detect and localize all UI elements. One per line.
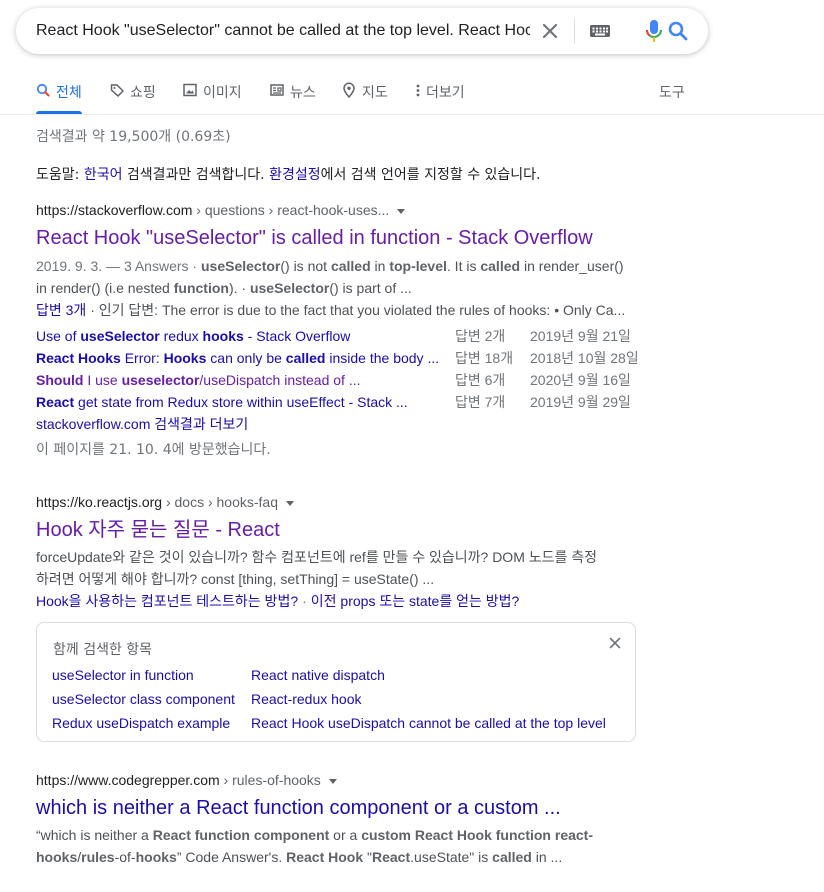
sub-result-link[interactable]: React get state from Redux store within … <box>36 391 446 413</box>
related-link[interactable]: useSelector in function <box>52 667 194 683</box>
tab-news[interactable]: 뉴스 <box>270 76 316 114</box>
search-box[interactable]: React Hook "useSelector" cannot be calle… <box>16 8 708 54</box>
tab-label: 더보기 <box>426 85 465 101</box>
settings-link[interactable]: 환경설정 <box>269 167 321 183</box>
tab-label: 뉴스 <box>290 85 316 101</box>
sub-result-link[interactable]: React Hooks Error: Hooks can only be cal… <box>36 347 446 369</box>
sub-result-date: 2019년 9월 21일 <box>530 328 631 344</box>
image-icon <box>183 82 197 98</box>
chevron-down-icon[interactable] <box>397 208 406 214</box>
search-result: https://ko.reactjs.org › docs › hooks-fa… <box>36 492 646 612</box>
visited-note: 이 페이지를 21. 10. 4에 방문했습니다. <box>36 442 271 458</box>
news-icon <box>270 82 284 98</box>
result-title-link[interactable]: React Hook "useSelector" is called in fu… <box>36 225 646 251</box>
tab-all[interactable]: 전체 <box>36 76 82 114</box>
tab-images[interactable]: 이미지 <box>183 76 242 114</box>
related-link[interactable]: Redux useDispatch example <box>52 715 230 731</box>
tab-label: 이미지 <box>203 85 242 101</box>
sub-result-date: 2020년 9월 16일 <box>530 372 631 388</box>
search-icon <box>36 82 50 98</box>
tab-label: 지도 <box>362 85 388 101</box>
search-result: https://stackoverflow.com › questions › … <box>36 200 646 461</box>
result-snippet: forceUpdate와 같은 것이 있습니까? 함수 컴포넌트에 ref를 만… <box>36 549 598 587</box>
chevron-down-icon[interactable] <box>328 778 337 784</box>
result-title-link[interactable]: which is neither a React function compon… <box>36 795 646 821</box>
result-stats: 검색결과 약 19,500개 (0.69초) <box>36 129 231 145</box>
sitelinks: Hook을 사용하는 컴포넌트 테스트하는 방법? · 이전 props 또는 st… <box>36 593 520 609</box>
sub-result-row: React get state from Redux store within … <box>36 391 646 413</box>
result-snippet: “which is neither a React function compo… <box>36 827 594 865</box>
sub-result-link[interactable]: Should I use useselector/useDispatch ins… <box>36 369 446 391</box>
related-link[interactable]: React-redux hook <box>251 691 362 707</box>
tab-label: 전체 <box>56 85 82 101</box>
result-url: https://www.codegrepper.com › rules-of-h… <box>36 770 646 790</box>
answers-count: 답변 7개 <box>455 394 506 410</box>
sub-result-date: 2018년 10월 28일 <box>530 350 639 366</box>
related-link[interactable]: useSelector class component <box>52 691 235 707</box>
result-url: https://ko.reactjs.org › docs › hooks-fa… <box>36 492 646 512</box>
result-snippet: 2019. 9. 3. — 3 Answers · useSelector() … <box>36 255 646 321</box>
related-link[interactable]: React Hook useDispatch cannot be called … <box>251 715 606 731</box>
clear-icon[interactable] <box>538 19 562 43</box>
answers-count-link[interactable]: 답변 3개 <box>36 302 86 318</box>
tab-maps[interactable]: 지도 <box>342 76 388 114</box>
search-input[interactable]: React Hook "useSelector" cannot be calle… <box>36 8 530 54</box>
answers-count: 답변 18개 <box>455 350 514 366</box>
tag-icon <box>110 82 125 98</box>
top-answer: 답변 3개 · 인기 답변: The error is due to the f… <box>36 302 626 318</box>
keyboard-icon[interactable] <box>589 21 611 41</box>
sub-result-row: React Hooks Error: Hooks can only be cal… <box>36 347 646 369</box>
tabs-divider <box>0 114 824 115</box>
sub-result-date: 2019년 9월 29일 <box>530 394 631 410</box>
search-bar-divider <box>574 18 575 44</box>
language-note: 도움말: 한국어 검색결과만 검색합니다. 환경설정에서 검색 언어를 지정할 … <box>36 167 541 183</box>
more-results-link[interactable]: stackoverflow.com 검색결과 더보기 <box>36 413 646 435</box>
language-link[interactable]: 한국어 <box>84 167 123 183</box>
tools-button[interactable]: 도구 <box>659 82 685 102</box>
tab-shopping[interactable]: 쇼핑 <box>110 76 156 114</box>
more-vert-icon <box>414 82 422 98</box>
sub-results-list: Use of useSelector redux hooks - Stack O… <box>36 325 646 413</box>
sub-result-row: Use of useSelector redux hooks - Stack O… <box>36 325 646 347</box>
sitelink[interactable]: 이전 props 또는 state를 얻는 방법? <box>311 593 520 609</box>
result-url: https://stackoverflow.com › questions › … <box>36 200 646 220</box>
microphone-icon[interactable] <box>642 18 666 44</box>
result-title-link[interactable]: Hook 자주 묻는 질문 - React <box>36 517 646 543</box>
chevron-down-icon[interactable] <box>286 500 294 506</box>
search-icon[interactable] <box>666 19 690 43</box>
related-title: 함께 검색한 항목 <box>53 642 153 658</box>
sub-result-link[interactable]: Use of useSelector redux hooks - Stack O… <box>36 325 446 347</box>
tab-more[interactable]: 더보기 <box>414 76 465 114</box>
related-searches-box: 함께 검색한 항목 useSelector in function useSel… <box>36 622 636 742</box>
sub-result-row: Should I use useselector/useDispatch ins… <box>36 369 646 391</box>
related-link[interactable]: React native dispatch <box>251 667 385 683</box>
tab-label: 쇼핑 <box>130 85 156 101</box>
answers-count: 답변 6개 <box>455 372 506 388</box>
answers-count: 답변 2개 <box>455 328 506 344</box>
search-result: https://www.codegrepper.com › rules-of-h… <box>36 770 646 868</box>
sitelink[interactable]: Hook을 사용하는 컴포넌트 테스트하는 방법? <box>36 593 298 609</box>
close-icon[interactable] <box>607 635 623 651</box>
map-pin-icon <box>342 82 356 99</box>
